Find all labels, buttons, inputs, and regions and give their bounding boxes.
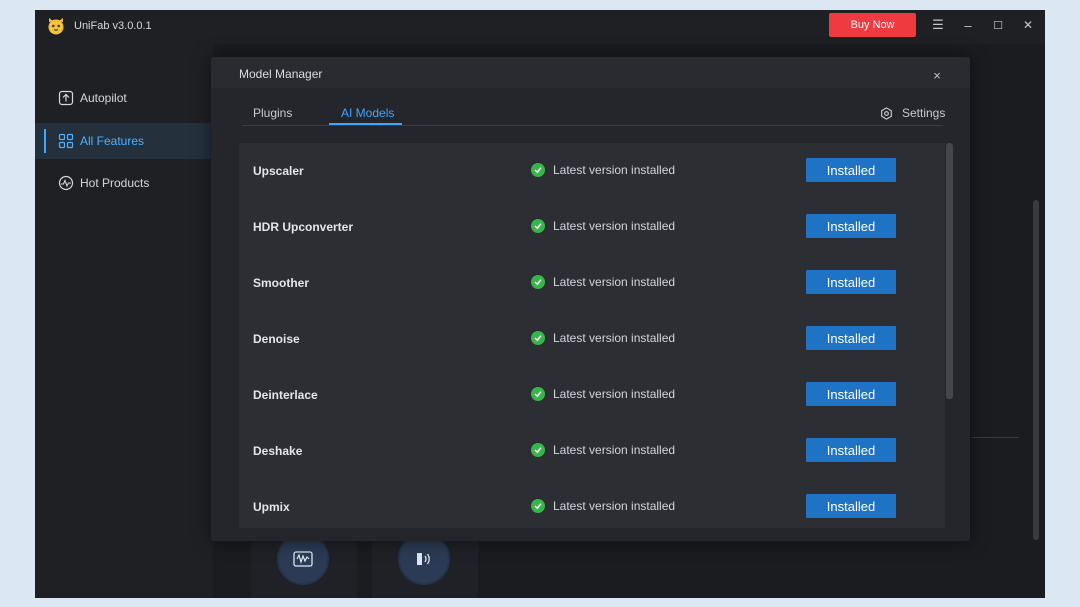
- model-status: Latest version installed: [531, 331, 675, 345]
- list-item: Upmix Latest version installed Installed: [239, 479, 945, 528]
- installed-button[interactable]: Installed: [806, 270, 896, 294]
- list-item: HDR Upconverter Latest version installed…: [239, 199, 945, 255]
- sidebar-item-label: All Features: [80, 134, 145, 148]
- hot-products-icon: [58, 175, 74, 191]
- installed-button[interactable]: Installed: [806, 382, 896, 406]
- tab-ai-models[interactable]: AI Models: [341, 106, 394, 124]
- dialog-title: Model Manager: [239, 67, 323, 81]
- model-status: Latest version installed: [531, 219, 675, 233]
- model-name: Upscaler: [253, 164, 304, 178]
- app-title: UniFab v3.0.0.1: [74, 20, 152, 32]
- status-text: Latest version installed: [553, 219, 676, 233]
- divider: [971, 437, 1019, 438]
- buy-now-button[interactable]: Buy Now: [829, 13, 916, 37]
- model-status: Latest version installed: [531, 499, 675, 513]
- model-name: Deinterlace: [253, 388, 318, 402]
- model-name: Denoise: [253, 332, 300, 346]
- check-icon: [531, 443, 545, 457]
- model-name: Deshake: [253, 444, 303, 458]
- model-status: Latest version installed: [531, 443, 675, 457]
- status-text: Latest version installed: [553, 163, 676, 177]
- gear-icon: [881, 106, 892, 120]
- model-manager-dialog: Model Manager × Plugins AI Models Settin…: [211, 57, 970, 541]
- model-status: Latest version installed: [531, 163, 675, 177]
- installed-button[interactable]: Installed: [806, 326, 896, 350]
- autopilot-icon: [58, 90, 74, 106]
- main-scrollbar[interactable]: [1033, 200, 1039, 540]
- installed-button[interactable]: Installed: [806, 494, 896, 518]
- status-text: Latest version installed: [553, 275, 676, 289]
- list-item: Deinterlace Latest version installed Ins…: [239, 367, 945, 423]
- status-text: Latest version installed: [553, 499, 676, 513]
- list-item: Smoother Latest version installed Instal…: [239, 255, 945, 311]
- active-tab-indicator: [329, 123, 402, 125]
- model-name: Smoother: [253, 276, 310, 290]
- list-item: Denoise Latest version installed Install…: [239, 311, 945, 367]
- list-scrollbar[interactable]: [946, 143, 953, 399]
- list-item: Deshake Latest version installed Install…: [239, 423, 945, 479]
- model-name: HDR Upconverter: [253, 220, 354, 234]
- model-name: Upmix: [253, 500, 290, 514]
- model-list: Upscaler Latest version installed Instal…: [239, 143, 945, 528]
- check-icon: [531, 163, 545, 177]
- sidebar-item-hot-products[interactable]: Hot Products: [35, 165, 213, 201]
- check-icon: [531, 331, 545, 345]
- close-icon[interactable]: ✕: [1018, 15, 1038, 35]
- dialog-close-icon[interactable]: ×: [929, 67, 945, 83]
- minimize-icon[interactable]: –: [958, 15, 978, 35]
- sidebar-item-all-features[interactable]: All Features: [35, 123, 213, 159]
- tabs-divider: [242, 125, 943, 126]
- sidebar: Autopilot All Features Hot Products: [35, 44, 213, 598]
- settings-label: Settings: [902, 106, 946, 120]
- installed-button[interactable]: Installed: [806, 158, 896, 182]
- status-text: Latest version installed: [553, 331, 676, 345]
- installed-button[interactable]: Installed: [806, 214, 896, 238]
- dialog-header: Model Manager ×: [211, 57, 970, 88]
- list-item: Upscaler Latest version installed Instal…: [239, 143, 945, 199]
- sidebar-item-autopilot[interactable]: Autopilot: [35, 80, 213, 116]
- settings-button[interactable]: Settings: [880, 104, 945, 122]
- title-bar: UniFab v3.0.0.1 Buy Now ☰ – ☐ ✕: [35, 10, 1045, 44]
- sidebar-item-label: Autopilot: [80, 91, 127, 105]
- status-text: Latest version installed: [553, 443, 676, 457]
- maximize-icon[interactable]: ☐: [988, 15, 1008, 35]
- tab-plugins[interactable]: Plugins: [253, 106, 292, 124]
- grid-icon: [58, 133, 74, 149]
- model-status: Latest version installed: [531, 387, 675, 401]
- model-status: Latest version installed: [531, 275, 675, 289]
- unifab-logo: [48, 18, 64, 35]
- installed-button[interactable]: Installed: [806, 438, 896, 462]
- sidebar-item-label: Hot Products: [80, 176, 150, 190]
- status-text: Latest version installed: [553, 387, 676, 401]
- check-icon: [531, 387, 545, 401]
- check-icon: [531, 499, 545, 513]
- check-icon: [531, 219, 545, 233]
- check-icon: [531, 275, 545, 289]
- menu-icon[interactable]: ☰: [928, 15, 948, 35]
